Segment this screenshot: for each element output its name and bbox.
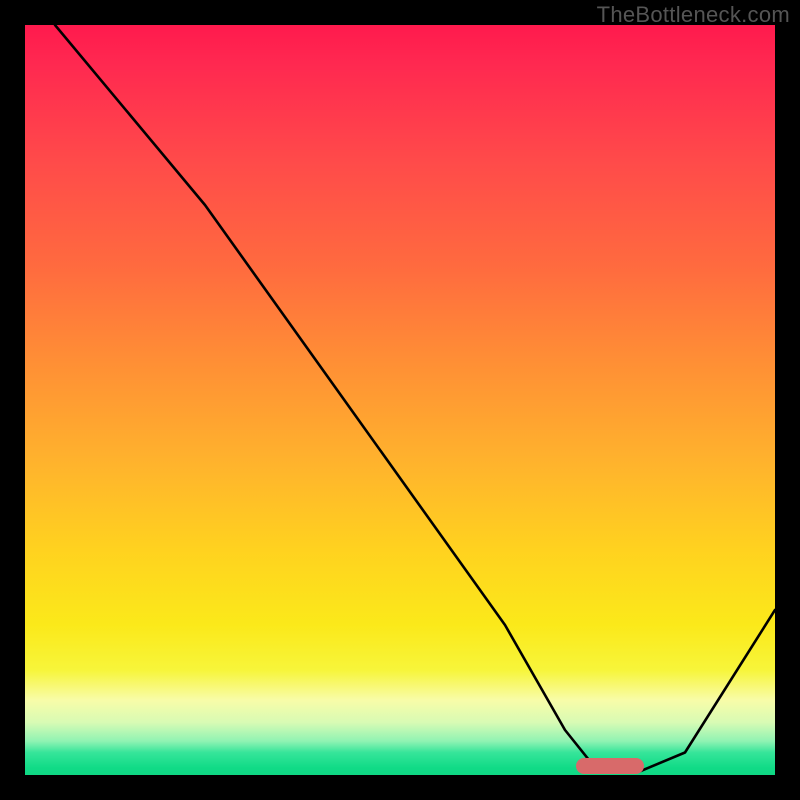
watermark-text: TheBottleneck.com — [597, 2, 790, 28]
bottleneck-curve — [25, 25, 775, 775]
optimum-marker — [576, 758, 644, 774]
chart-plot-area — [25, 25, 775, 775]
